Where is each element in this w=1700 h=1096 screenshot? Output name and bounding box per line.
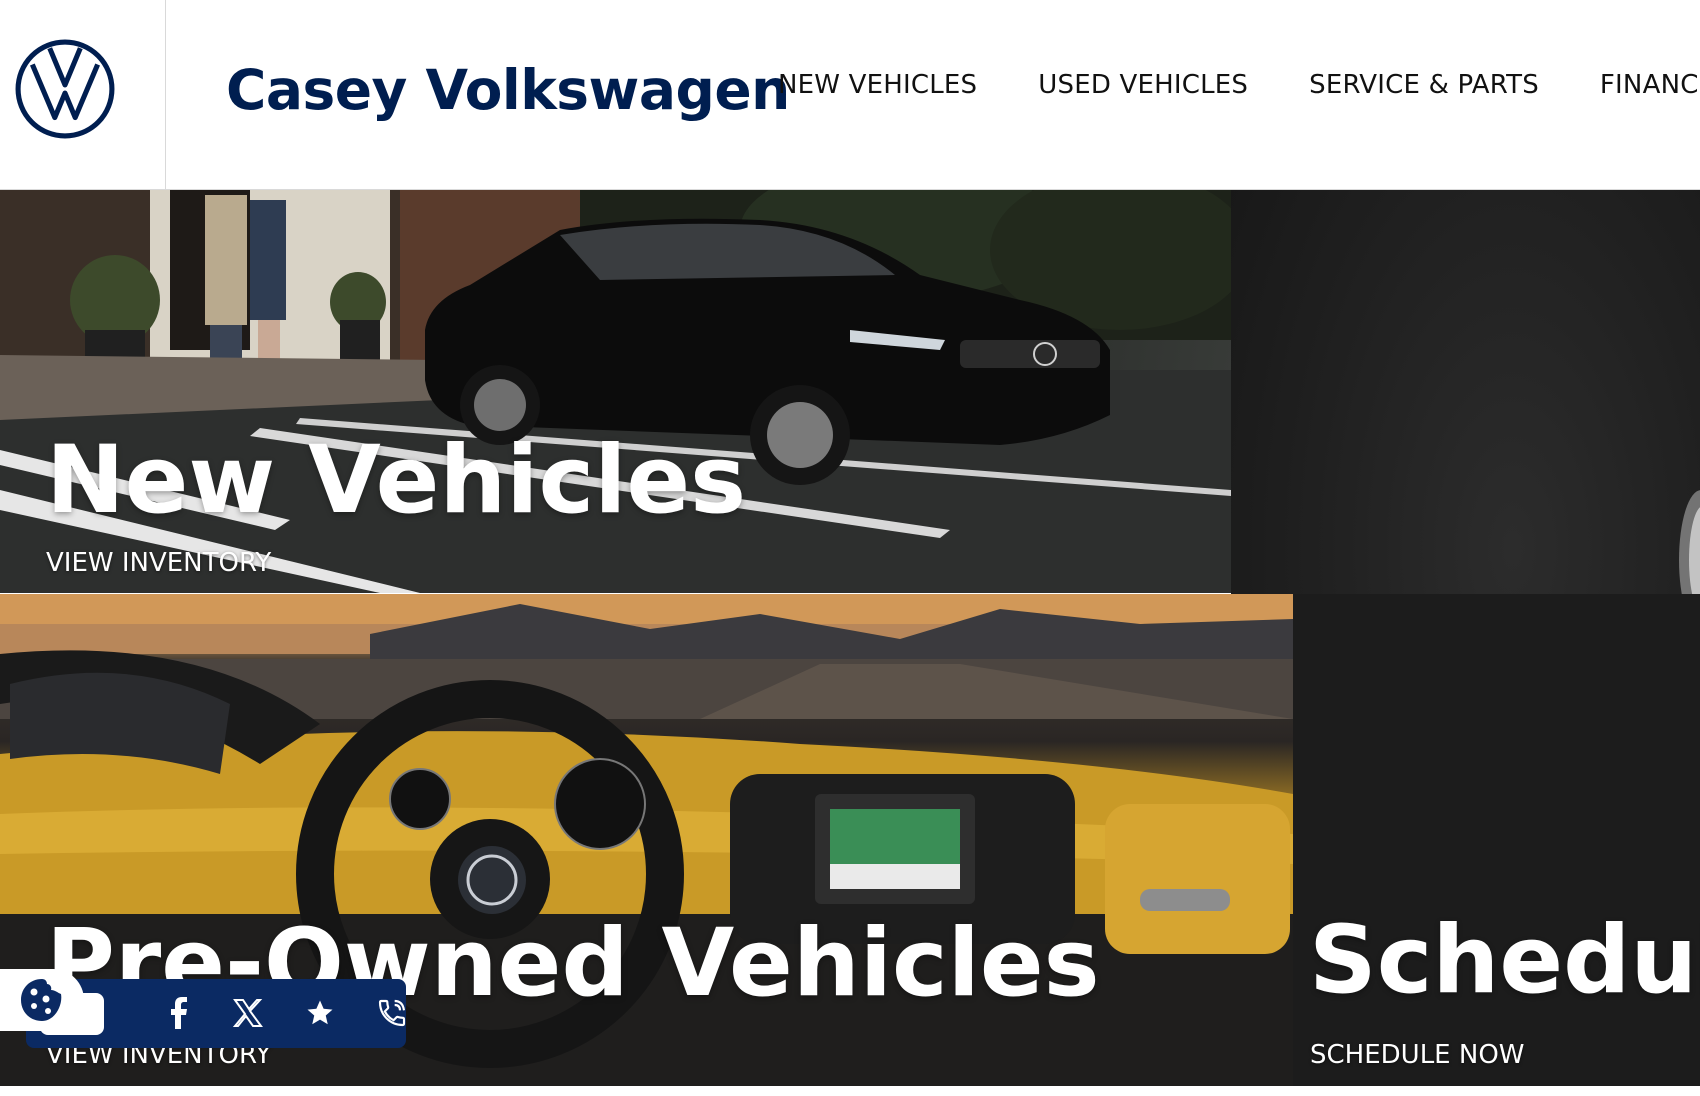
service-tile-title[interactable]: Schedul [1309, 906, 1700, 1015]
x-icon[interactable] [224, 989, 272, 1037]
site-header: Casey Volkswagen NEW VEHICLES USED VEHIC… [0, 0, 1700, 190]
logo-container[interactable] [0, 0, 166, 189]
main-nav: NEW VEHICLES USED VEHICLES SERVICE & PAR… [778, 70, 1700, 100]
facebook-icon[interactable] [154, 989, 202, 1037]
nav-service-parts[interactable]: SERVICE & PARTS [1309, 70, 1539, 100]
star-icon[interactable] [296, 989, 344, 1037]
page-bottom-edge [0, 1086, 1700, 1096]
dealer-name[interactable]: Casey Volkswagen [226, 58, 790, 122]
cookie-icon[interactable] [17, 975, 67, 1025]
service-tile-lower[interactable]: Schedul SCHEDULE NOW [1293, 594, 1700, 1086]
new-vehicles-view-inventory-link[interactable]: VIEW INVENTORY [46, 548, 271, 578]
nav-finance[interactable]: FINANCE [1600, 70, 1700, 100]
schedule-now-link[interactable]: SCHEDULE NOW [1310, 1040, 1525, 1070]
nav-used-vehicles[interactable]: USED VEHICLES [1038, 70, 1248, 100]
new-vehicles-tile[interactable]: New Vehicles VIEW INVENTORY [0, 190, 1231, 593]
new-vehicles-title[interactable]: New Vehicles [46, 426, 746, 535]
volkswagen-logo-icon[interactable] [14, 38, 116, 140]
cookie-settings-button[interactable] [0, 969, 84, 1031]
phone-icon[interactable] [368, 989, 416, 1037]
nav-new-vehicles[interactable]: NEW VEHICLES [778, 70, 977, 100]
